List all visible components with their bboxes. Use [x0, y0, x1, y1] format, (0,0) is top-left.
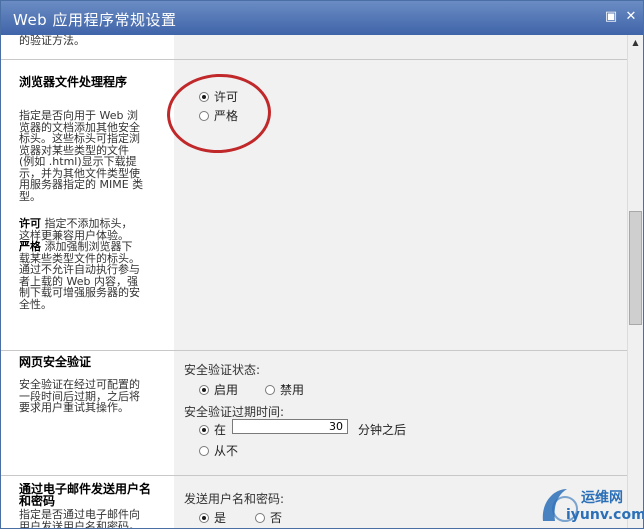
- security-expire-label: 安全验证过期时间:: [184, 405, 285, 419]
- radio-no[interactable]: 否: [255, 509, 282, 526]
- radio-unselected-icon[interactable]: [199, 446, 209, 456]
- radio-yes[interactable]: 是: [199, 509, 226, 526]
- radio-selected-icon[interactable]: [199, 385, 209, 395]
- radio-selected-icon[interactable]: [199, 425, 209, 435]
- radio-disabled[interactable]: 禁用: [265, 381, 304, 398]
- expire-minutes-input[interactable]: 30: [232, 419, 348, 434]
- restore-icon[interactable]: ▣: [603, 9, 619, 25]
- close-icon[interactable]: ✕: [623, 9, 639, 25]
- radio-expire-after[interactable]: 在: [199, 421, 226, 438]
- radio-enabled[interactable]: 启用: [199, 381, 238, 398]
- radio-unselected-icon[interactable]: [265, 385, 275, 395]
- radio-selected-icon[interactable]: [199, 513, 209, 523]
- vertical-scrollbar[interactable]: ▲: [627, 35, 643, 528]
- radio-unselected-icon[interactable]: [255, 513, 265, 523]
- watermark-url: iyunv.com: [566, 507, 644, 523]
- minutes-suffix: 分钟之后: [358, 423, 407, 437]
- title-bar: Web 应用程序常规设置 ▣ ✕: [1, 1, 643, 35]
- page-security-heading: 网页安全验证: [19, 355, 92, 369]
- watermark-name: 运维网: [581, 490, 623, 506]
- settings-content: 的验证方法。 浏览器文件处理程序 指定是否向用于 Web 浏 览器的文档添加其他…: [1, 35, 627, 529]
- email-credentials-heading: 通过电子邮件发送用户名 和密码: [19, 482, 152, 508]
- browser-handling-description: 指定是否向用于 Web 浏 览器的文档添加其他安全 标头。这些标头可指定浏 览器…: [19, 109, 144, 203]
- radio-never[interactable]: 从不: [199, 442, 238, 459]
- email-credentials-description: 指定是否通过电子邮件向 用户发送用户名和密码。: [19, 508, 140, 529]
- permissive-explanation: 许可 指定不添加标头， 这样更兼容用户体验。 严格 添加强制浏览器下 载某些类型…: [19, 217, 140, 311]
- settings-dialog: Web 应用程序常规设置 ▣ ✕ 的验证方法。 浏览器文件处理程序 指定是否向用…: [0, 0, 644, 529]
- section-divider: [1, 350, 627, 351]
- dialog-title: Web 应用程序常规设置: [13, 11, 177, 29]
- previous-section-fragment: 的验证方法。: [19, 35, 85, 47]
- security-status-label: 安全验证状态:: [184, 363, 261, 377]
- scroll-thumb[interactable]: [629, 211, 642, 325]
- section-divider: [1, 475, 627, 476]
- scroll-up-icon[interactable]: ▲: [628, 35, 643, 50]
- browser-handling-heading: 浏览器文件处理程序: [19, 75, 128, 89]
- page-security-description: 安全验证在经过可配置的 一段时间后过期，之后将 要求用户重试其操作。: [19, 378, 140, 414]
- send-credentials-label: 发送用户名和密码:: [184, 492, 285, 506]
- section-divider: [1, 59, 627, 60]
